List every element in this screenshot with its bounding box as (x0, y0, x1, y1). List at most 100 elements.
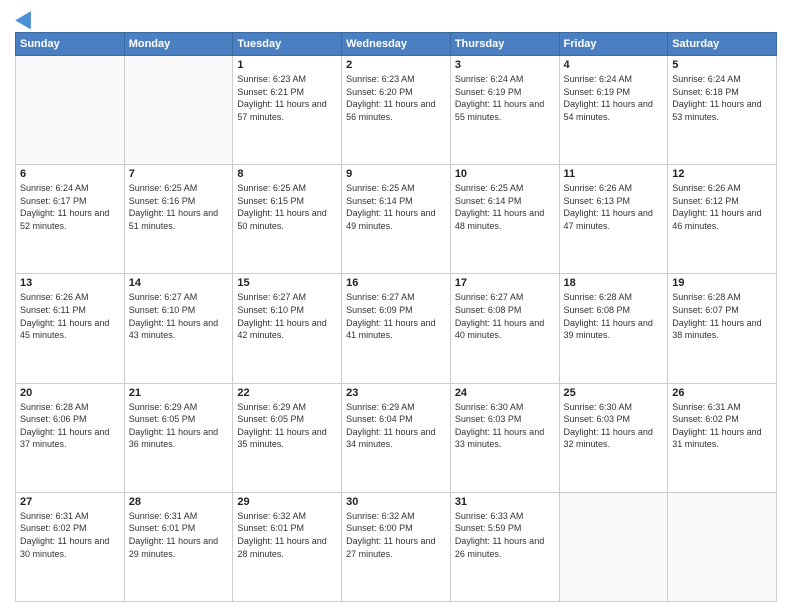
logo-line2 (15, 10, 36, 26)
day-number: 17 (455, 277, 555, 289)
day-info: Sunrise: 6:25 AM Sunset: 6:16 PM Dayligh… (129, 182, 229, 232)
day-number: 12 (672, 168, 772, 180)
calendar-cell: 21 Sunrise: 6:29 AM Sunset: 6:05 PM Dayli… (124, 383, 233, 492)
day-number: 2 (346, 59, 446, 71)
weekday-header: Wednesday (342, 33, 451, 56)
day-number: 29 (237, 496, 337, 508)
calendar-cell: 17Sunrise: 6:27 AM Sunset: 6:08 PM Dayli… (450, 274, 559, 383)
day-number: 30 (346, 496, 446, 508)
calendar-cell: 14Sunrise: 6:27 AM Sunset: 6:10 PM Dayli… (124, 274, 233, 383)
day-info: Sunrise: 6:24 AM Sunset: 6:18 PM Dayligh… (672, 73, 772, 123)
weekday-header: Sunday (16, 33, 125, 56)
day-info: Sunrise: 6:25 AM Sunset: 6:14 PM Dayligh… (346, 182, 446, 232)
calendar-cell: 3Sunrise: 6:24 AM Sunset: 6:19 PM Daylig… (450, 56, 559, 165)
calendar-cell (668, 492, 777, 601)
day-info: Sunrise: 6:23 AM Sunset: 6:21 PM Dayligh… (237, 73, 337, 123)
calendar-cell: 10 Sunrise: 6:25 AM Sunset: 6:14 PM Dayli… (450, 165, 559, 274)
day-info: Sunrise: 6:24 AM Sunset: 6:19 PM Dayligh… (564, 73, 664, 123)
calendar-cell: 28 Sunrise: 6:31 AM Sunset: 6:01 PM Dayli… (124, 492, 233, 601)
day-info: Sunrise: 6:26 AM Sunset: 6:12 PM Dayligh… (672, 182, 772, 232)
calendar-week-row: 27 Sunrise: 6:31 AM Sunset: 6:02 PM Dayli… (16, 492, 777, 601)
page: SundayMondayTuesdayWednesdayThursdayFrid… (0, 0, 792, 612)
day-number: 24 (455, 387, 555, 399)
day-info: Sunrise: 6:24 AM Sunset: 6:17 PM Dayligh… (20, 182, 120, 232)
day-number: 18 (564, 277, 664, 289)
calendar-cell: 5 Sunrise: 6:24 AM Sunset: 6:18 PM Daylig… (668, 56, 777, 165)
calendar-cell: 25Sunrise: 6:30 AM Sunset: 6:03 PM Dayli… (559, 383, 668, 492)
day-info: Sunrise: 6:30 AM Sunset: 6:03 PM Dayligh… (455, 401, 555, 451)
day-info: Sunrise: 6:27 AM Sunset: 6:10 PM Dayligh… (237, 291, 337, 341)
day-number: 4 (564, 59, 664, 71)
day-info: Sunrise: 6:28 AM Sunset: 6:08 PM Dayligh… (564, 291, 664, 341)
day-number: 27 (20, 496, 120, 508)
calendar-cell: 29 Sunrise: 6:32 AM Sunset: 6:01 PM Dayli… (233, 492, 342, 601)
calendar-cell: 31 Sunrise: 6:33 AM Sunset: 5:59 PM Dayli… (450, 492, 559, 601)
day-info: Sunrise: 6:23 AM Sunset: 6:20 PM Dayligh… (346, 73, 446, 123)
weekday-header: Friday (559, 33, 668, 56)
calendar-cell: 18 Sunrise: 6:28 AM Sunset: 6:08 PM Dayli… (559, 274, 668, 383)
day-info: Sunrise: 6:28 AM Sunset: 6:07 PM Dayligh… (672, 291, 772, 341)
calendar-cell: 6Sunrise: 6:24 AM Sunset: 6:17 PM Daylig… (16, 165, 125, 274)
calendar-cell: 30 Sunrise: 6:32 AM Sunset: 6:00 PM Dayli… (342, 492, 451, 601)
calendar-week-row: 6Sunrise: 6:24 AM Sunset: 6:17 PM Daylig… (16, 165, 777, 274)
calendar-header-row: SundayMondayTuesdayWednesdayThursdayFrid… (16, 33, 777, 56)
day-number: 22 (237, 387, 337, 399)
calendar-cell: 8Sunrise: 6:25 AM Sunset: 6:15 PM Daylig… (233, 165, 342, 274)
day-number: 13 (20, 277, 120, 289)
day-number: 8 (237, 168, 337, 180)
calendar-cell: 19 Sunrise: 6:28 AM Sunset: 6:07 PM Dayli… (668, 274, 777, 383)
calendar-cell: 22Sunrise: 6:29 AM Sunset: 6:05 PM Dayli… (233, 383, 342, 492)
day-number: 15 (237, 277, 337, 289)
weekday-header: Thursday (450, 33, 559, 56)
calendar-cell: 12 Sunrise: 6:26 AM Sunset: 6:12 PM Dayli… (668, 165, 777, 274)
weekday-header: Tuesday (233, 33, 342, 56)
calendar-cell (559, 492, 668, 601)
day-number: 26 (672, 387, 772, 399)
weekday-header: Saturday (668, 33, 777, 56)
calendar-cell: 15 Sunrise: 6:27 AM Sunset: 6:10 PM Dayli… (233, 274, 342, 383)
calendar-cell: 23 Sunrise: 6:29 AM Sunset: 6:04 PM Dayli… (342, 383, 451, 492)
day-info: Sunrise: 6:25 AM Sunset: 6:14 PM Dayligh… (455, 182, 555, 232)
calendar-table: SundayMondayTuesdayWednesdayThursdayFrid… (15, 32, 777, 602)
calendar-cell: 16 Sunrise: 6:27 AM Sunset: 6:09 PM Dayli… (342, 274, 451, 383)
calendar-cell: 1Sunrise: 6:23 AM Sunset: 6:21 PM Daylig… (233, 56, 342, 165)
day-number: 28 (129, 496, 229, 508)
logo-triangle-icon (15, 7, 39, 30)
day-number: 21 (129, 387, 229, 399)
day-info: Sunrise: 6:31 AM Sunset: 6:02 PM Dayligh… (20, 510, 120, 560)
day-number: 23 (346, 387, 446, 399)
day-number: 11 (564, 168, 664, 180)
day-number: 9 (346, 168, 446, 180)
day-info: Sunrise: 6:32 AM Sunset: 6:00 PM Dayligh… (346, 510, 446, 560)
calendar-cell (16, 56, 125, 165)
calendar-week-row: 20 Sunrise: 6:28 AM Sunset: 6:06 PM Dayli… (16, 383, 777, 492)
calendar-week-row: 1Sunrise: 6:23 AM Sunset: 6:21 PM Daylig… (16, 56, 777, 165)
calendar-cell: 11 Sunrise: 6:26 AM Sunset: 6:13 PM Dayli… (559, 165, 668, 274)
day-number: 3 (455, 59, 555, 71)
day-number: 10 (455, 168, 555, 180)
calendar-cell: 24 Sunrise: 6:30 AM Sunset: 6:03 PM Dayli… (450, 383, 559, 492)
day-info: Sunrise: 6:32 AM Sunset: 6:01 PM Dayligh… (237, 510, 337, 560)
calendar-week-row: 13 Sunrise: 6:26 AM Sunset: 6:11 PM Dayli… (16, 274, 777, 383)
day-info: Sunrise: 6:26 AM Sunset: 6:11 PM Dayligh… (20, 291, 120, 341)
day-info: Sunrise: 6:28 AM Sunset: 6:06 PM Dayligh… (20, 401, 120, 451)
day-info: Sunrise: 6:31 AM Sunset: 6:01 PM Dayligh… (129, 510, 229, 560)
day-number: 19 (672, 277, 772, 289)
day-number: 14 (129, 277, 229, 289)
day-info: Sunrise: 6:29 AM Sunset: 6:05 PM Dayligh… (129, 401, 229, 451)
logo (15, 10, 36, 26)
day-info: Sunrise: 6:27 AM Sunset: 6:09 PM Dayligh… (346, 291, 446, 341)
day-number: 31 (455, 496, 555, 508)
calendar-cell: 2 Sunrise: 6:23 AM Sunset: 6:20 PM Daylig… (342, 56, 451, 165)
calendar-cell: 4 Sunrise: 6:24 AM Sunset: 6:19 PM Daylig… (559, 56, 668, 165)
day-info: Sunrise: 6:29 AM Sunset: 6:04 PM Dayligh… (346, 401, 446, 451)
day-info: Sunrise: 6:33 AM Sunset: 5:59 PM Dayligh… (455, 510, 555, 560)
calendar-cell: 20 Sunrise: 6:28 AM Sunset: 6:06 PM Dayli… (16, 383, 125, 492)
day-number: 5 (672, 59, 772, 71)
day-number: 16 (346, 277, 446, 289)
day-number: 20 (20, 387, 120, 399)
day-info: Sunrise: 6:31 AM Sunset: 6:02 PM Dayligh… (672, 401, 772, 451)
calendar-cell: 7Sunrise: 6:25 AM Sunset: 6:16 PM Daylig… (124, 165, 233, 274)
day-info: Sunrise: 6:26 AM Sunset: 6:13 PM Dayligh… (564, 182, 664, 232)
calendar-cell: 9 Sunrise: 6:25 AM Sunset: 6:14 PM Daylig… (342, 165, 451, 274)
